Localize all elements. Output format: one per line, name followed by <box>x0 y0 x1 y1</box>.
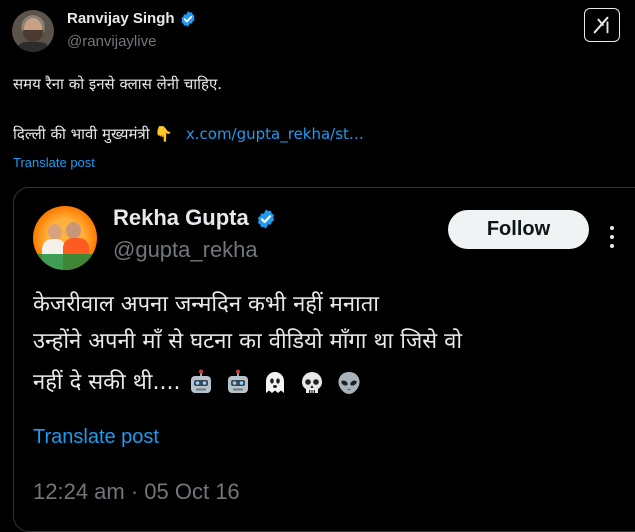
quoted-text-line-3-text: नहीं दे सकी थी.... <box>33 370 181 395</box>
quoted-translate-post-link[interactable]: Translate post <box>33 426 159 449</box>
verified-badge-icon <box>257 209 274 229</box>
author-name[interactable]: Ranvijay Singh <box>67 10 175 27</box>
quoted-author-handle[interactable]: @gupta_rekha <box>113 237 258 263</box>
quoted-author-name[interactable]: Rekha Gupta <box>113 205 249 230</box>
grok-button[interactable] <box>584 8 620 42</box>
post-text-line-1: समय रैना को इनसे क्लास लेनी चाहिए. <box>13 75 223 93</box>
author-avatar[interactable] <box>12 10 54 52</box>
quoted-text-line-2: उन्होंने अपनी माँ से घटना का वीडियो माँग… <box>33 329 463 354</box>
post-text-line-2: दिल्ली की भावी मुख्यमंत्री 👇 x.com/gupta… <box>13 124 364 144</box>
author-name-row[interactable]: Ranvijay Singh <box>67 10 197 28</box>
robot-icon <box>191 369 212 393</box>
quoted-post-timestamp[interactable]: 12:24 am · 05 Oct 16 <box>33 479 240 505</box>
verified-badge-icon <box>181 11 195 27</box>
pointing-down-emoji: 👇 <box>154 125 174 143</box>
post-link[interactable]: x.com/gupta_rekha/st… <box>186 125 364 143</box>
quoted-author-avatar[interactable] <box>33 206 97 270</box>
more-options-icon[interactable] <box>609 226 615 248</box>
translate-post-link[interactable]: Translate post <box>13 155 95 170</box>
quoted-text-line-3: नहीं दे सकी थी.... <box>33 366 365 397</box>
grok-icon <box>593 16 609 34</box>
author-handle[interactable]: @ranvijaylive <box>67 33 156 50</box>
alien-icon <box>338 372 360 394</box>
post-text-line-2-text: दिल्ली की भावी मुख्यमंत्री <box>13 125 150 143</box>
quoted-author-name-row[interactable]: Rekha Gupta <box>113 205 277 231</box>
robot-icon <box>228 369 249 393</box>
ghost-icon <box>266 372 285 393</box>
skull-icon <box>302 372 323 393</box>
quoted-text-line-1: केजरीवाल अपना जन्मदिन कभी नहीं मनाता <box>33 292 379 317</box>
follow-button[interactable]: Follow <box>448 210 589 249</box>
